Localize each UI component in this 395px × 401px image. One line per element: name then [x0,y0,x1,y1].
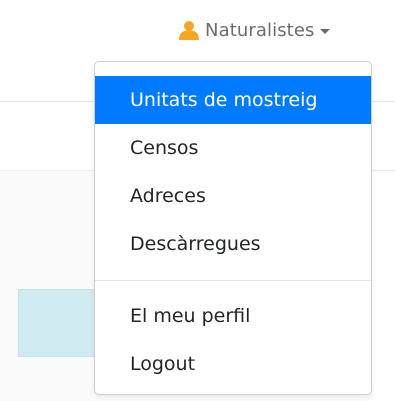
menu-item-censos[interactable]: Censos [95,124,371,172]
user-icon [179,20,199,40]
user-menu-label: Naturalistes [205,19,315,41]
user-dropdown-menu: Unitats de mostreig Censos Adreces Descà… [94,61,372,395]
menu-item-adreces[interactable]: Adreces [95,172,371,220]
caret-down-icon [320,28,331,34]
user-menu-toggle[interactable]: Naturalistes [179,17,331,43]
menu-item-logout[interactable]: Logout [95,340,371,388]
menu-item-el-meu-perfil[interactable]: El meu perfil [95,292,371,340]
menu-item-descarregues[interactable]: Descàrregues [95,220,371,268]
menu-item-unitats-de-mostreig[interactable]: Unitats de mostreig [95,76,371,124]
dropdown-divider [95,280,371,281]
